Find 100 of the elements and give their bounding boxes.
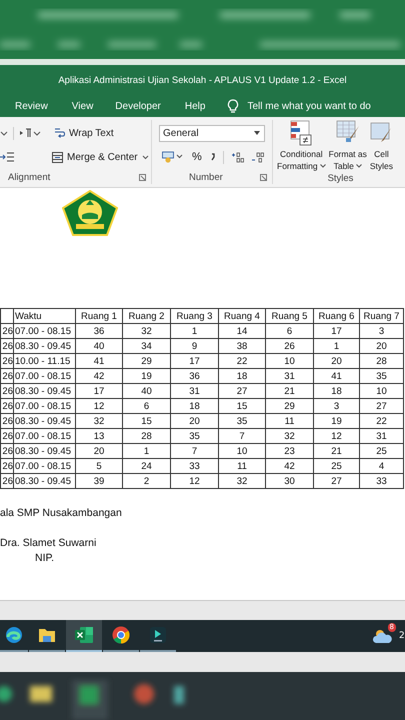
table-cell: 14 bbox=[236, 326, 248, 336]
table-cell: 3 bbox=[334, 400, 340, 412]
weather-cloud-icon bbox=[373, 628, 393, 644]
currency-icon[interactable] bbox=[162, 151, 184, 163]
caret-icon bbox=[254, 131, 260, 135]
conditional-formatting-icon bbox=[290, 120, 312, 146]
table-cell: 26 bbox=[2, 446, 12, 456]
column-header: Ruang 4 bbox=[224, 310, 260, 322]
table-cell: 27 bbox=[331, 476, 342, 486]
column-header: Ruang 5 bbox=[272, 310, 308, 322]
table-cell: 31 bbox=[189, 386, 200, 396]
table-cell: 5 bbox=[96, 460, 102, 472]
table-cell: 32 bbox=[94, 416, 104, 426]
dialog-launcher-icon[interactable] bbox=[139, 174, 146, 180]
wrap-text-button[interactable]: Wrap Text bbox=[54, 127, 114, 139]
taskbar-app[interactable] bbox=[66, 620, 102, 652]
table-cell: 15 bbox=[236, 400, 248, 412]
menu-tab[interactable]: Help bbox=[184, 100, 206, 112]
school-logo-icon bbox=[62, 190, 118, 236]
table-cell: 42 bbox=[284, 460, 295, 472]
table-cell: 40 bbox=[141, 386, 152, 396]
arrow-app-icon bbox=[149, 626, 167, 644]
table-cell: 31 bbox=[284, 370, 295, 382]
table-cell: 35 bbox=[236, 416, 248, 426]
increase-decimal-icon[interactable] bbox=[232, 152, 244, 162]
table-cell: 24 bbox=[141, 460, 152, 472]
indent-icon[interactable] bbox=[0, 152, 14, 162]
table-cell: 1 bbox=[192, 326, 198, 336]
table-cell: 30 bbox=[284, 476, 295, 486]
menu-tab[interactable]: View bbox=[72, 100, 94, 112]
caret-icon bbox=[320, 162, 326, 168]
table-cell: 21 bbox=[331, 446, 342, 456]
signature-office: ala SMP Nusakambangan bbox=[0, 506, 122, 521]
table-cell: 10 bbox=[284, 356, 295, 366]
table-cell: 23 bbox=[284, 446, 295, 456]
table-cell: 29 bbox=[141, 356, 152, 366]
table-cell: 25 bbox=[376, 446, 387, 456]
table-cell: 12 bbox=[189, 476, 200, 486]
table-cell: 17 bbox=[189, 356, 200, 366]
column-header: Ruang 7 bbox=[364, 310, 400, 322]
table-cell: 35 bbox=[376, 370, 387, 382]
table-cell: 18 bbox=[236, 370, 248, 382]
table-cell: 41 bbox=[94, 356, 104, 366]
table-cell: 7 bbox=[192, 446, 198, 456]
tell-me-field[interactable]: Tell me what you want to do bbox=[227, 98, 371, 114]
menu-tab[interactable]: Developer bbox=[115, 100, 161, 112]
decrease-decimal-icon[interactable] bbox=[252, 152, 264, 162]
number-format-dropdown[interactable]: General bbox=[159, 124, 265, 142]
styles-button[interactable]: Conditional Formatting bbox=[277, 120, 326, 172]
table-cell: 28 bbox=[141, 430, 152, 442]
table-cell: 28 bbox=[376, 356, 387, 366]
table-cell: 18 bbox=[189, 400, 200, 412]
lightbulb-icon bbox=[227, 98, 240, 114]
table-cell: 20 bbox=[376, 340, 387, 352]
styles-button[interactable]: Cell Styles bbox=[370, 120, 394, 172]
table-cell: 40 bbox=[94, 340, 104, 352]
table-cell: 38 bbox=[236, 340, 248, 352]
text-direction-icon[interactable] bbox=[19, 128, 41, 138]
table-cell: 08.30 - 09.45 bbox=[15, 386, 71, 396]
table-cell: 32 bbox=[236, 476, 248, 486]
styles-button[interactable]: Format as Table bbox=[328, 120, 367, 172]
table-cell: 22 bbox=[236, 356, 248, 366]
dropdown-caret-icon[interactable] bbox=[0, 129, 8, 137]
table-cell: 26 bbox=[2, 326, 12, 336]
table-cell: 27 bbox=[376, 400, 387, 412]
table-cell: 25 bbox=[331, 460, 342, 472]
table-cell: 39 bbox=[94, 476, 104, 486]
spreadsheet-app-icon bbox=[74, 626, 94, 644]
table-cell: 1 bbox=[144, 446, 150, 456]
column-header: Waktu bbox=[15, 310, 42, 322]
merge-cells-icon bbox=[52, 152, 63, 162]
percent-style-button[interactable]: % bbox=[192, 151, 202, 163]
table-cell: 7 bbox=[239, 430, 245, 442]
swirl-icon bbox=[5, 626, 23, 644]
group-label: Number bbox=[189, 172, 223, 182]
group-label: Styles bbox=[328, 172, 354, 184]
table-cell: 20 bbox=[94, 446, 104, 456]
table-cell: 34 bbox=[141, 340, 152, 352]
table-cell: 26 bbox=[2, 340, 12, 352]
table-cell: 18 bbox=[331, 386, 342, 396]
table-cell: 17 bbox=[331, 326, 342, 336]
table-cell: 19 bbox=[141, 370, 152, 382]
comma-style-icon[interactable] bbox=[210, 153, 215, 161]
table-cell: 36 bbox=[189, 370, 200, 382]
table-cell: 27 bbox=[236, 386, 248, 396]
table-cell: 07.00 - 08.15 bbox=[15, 430, 71, 442]
table-cell: 33 bbox=[376, 476, 387, 486]
table-cell: 10.00 - 11.15 bbox=[15, 356, 70, 366]
table-cell: 08.30 - 09.45 bbox=[15, 446, 71, 456]
table-cell: 08.30 - 09.45 bbox=[15, 476, 71, 486]
table-cell: 10 bbox=[236, 446, 248, 456]
dialog-launcher-icon[interactable] bbox=[260, 174, 267, 180]
merge-center-button[interactable]: Merge & Center bbox=[52, 152, 149, 162]
table-cell: 20 bbox=[189, 416, 200, 426]
table-cell: 26 bbox=[2, 386, 12, 396]
menu-tab[interactable]: Review bbox=[15, 100, 48, 112]
table-cell: 10 bbox=[376, 386, 387, 396]
column-header: Ruang 2 bbox=[128, 310, 164, 322]
table-cell: 26 bbox=[2, 460, 12, 472]
table-cell: 9 bbox=[192, 340, 198, 352]
